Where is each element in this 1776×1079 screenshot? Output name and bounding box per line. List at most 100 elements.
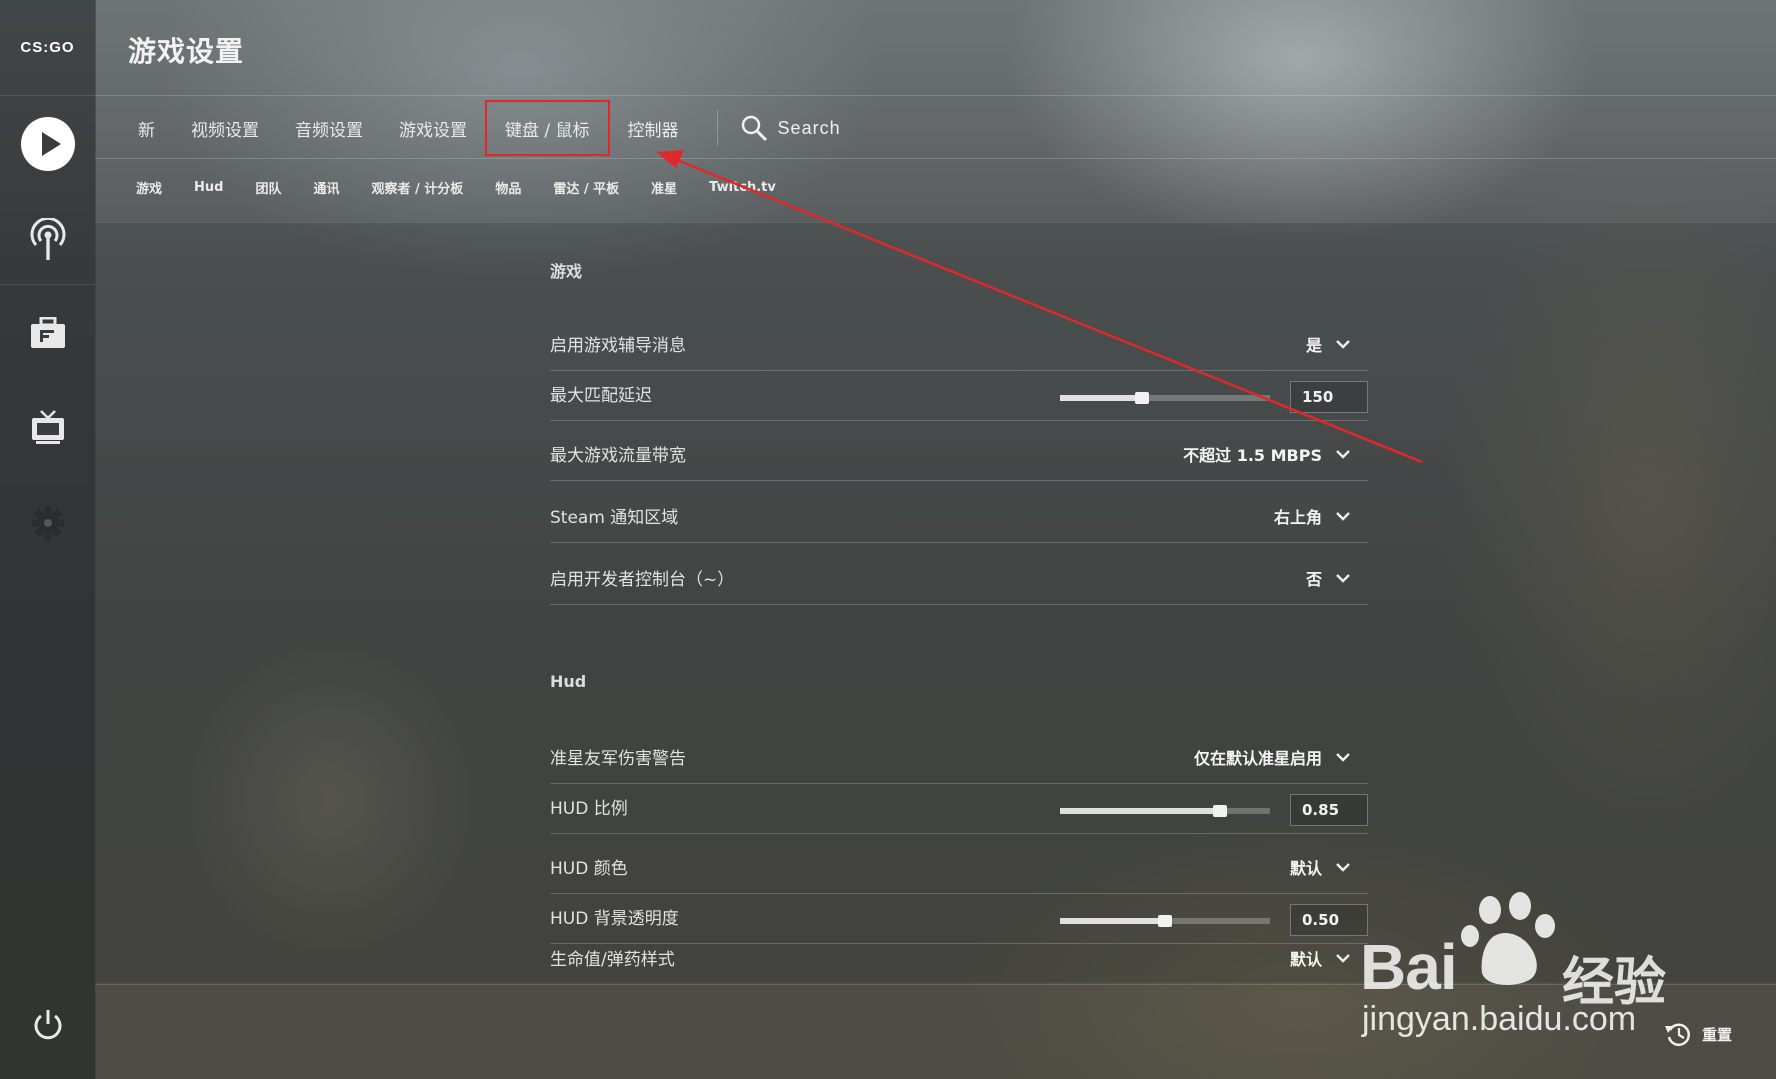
max-match-ping-input[interactable] <box>1290 381 1368 413</box>
slider-max-match-ping[interactable] <box>1060 392 1270 404</box>
slider-hud-scale[interactable] <box>1060 805 1270 817</box>
gear-icon <box>31 506 64 540</box>
slider-handle[interactable] <box>1158 915 1172 927</box>
slider-handle[interactable] <box>1134 392 1149 404</box>
subtabs-divider <box>95 222 1776 223</box>
slider-fill <box>1060 918 1165 924</box>
setting-row: 启用游戏辅导消息 是 <box>550 310 1368 371</box>
reset-history-icon <box>1665 1023 1690 1047</box>
chevron-down-icon <box>1336 340 1350 349</box>
setting-label: 最大游戏流量带宽 <box>550 446 686 466</box>
subtab-crosshair[interactable]: 准星 <box>635 178 693 197</box>
dropdown-value: 默认 <box>1289 950 1322 969</box>
reset-label: 重置 <box>1702 1025 1733 1044</box>
setting-label: 启用开发者控制台（~） <box>550 570 735 590</box>
quit-button[interactable] <box>0 990 95 1060</box>
slider-hud-bg-alpha[interactable] <box>1060 915 1270 927</box>
tab-new[interactable]: 新 <box>120 100 173 156</box>
chevron-down-icon <box>1336 512 1350 521</box>
chevron-down-icon <box>1336 753 1350 762</box>
tab-game-settings[interactable]: 游戏设置 <box>381 100 485 156</box>
setting-label: 生命值/弹药样式 <box>550 950 675 970</box>
subtab-hud[interactable]: Hud <box>178 180 239 195</box>
page-title: 游戏设置 <box>128 35 245 68</box>
play-icon <box>20 117 75 171</box>
dropdown-value: 右上角 <box>1273 508 1322 527</box>
broadcast-icon <box>30 218 65 260</box>
watch-broadcast-button[interactable] <box>0 205 95 275</box>
section-title-hud: Hud <box>550 672 587 691</box>
chevron-down-icon <box>1336 863 1350 872</box>
settings-button[interactable] <box>0 488 95 558</box>
header-divider <box>95 95 1776 96</box>
setting-label: 最大匹配延迟 <box>550 386 652 406</box>
search-icon <box>741 115 767 142</box>
search-button[interactable]: Search <box>728 114 853 142</box>
subtab-game[interactable]: 游戏 <box>120 178 178 197</box>
setting-row: 启用开发者控制台（~） 否 <box>550 544 1368 605</box>
dropdown-value: 不超过 1.5 MBPS <box>1183 446 1322 465</box>
dropdown-friendly-fire-warning[interactable]: 仅在默认准星启用 <box>1194 745 1350 769</box>
inventory-button[interactable] <box>0 298 95 368</box>
setting-row: 生命值/弹药样式 默认 <box>550 928 1368 984</box>
subtab-radar-tablet[interactable]: 雷达 / 平板 <box>537 178 635 197</box>
setting-row: HUD 比例 <box>550 783 1368 834</box>
setting-row: HUD 颜色 默认 <box>550 833 1368 894</box>
watermark-brand: Bai <box>1360 931 1458 1003</box>
baidu-watermark: Bai 经验 jingyan.baidu.com <box>1360 888 1690 1038</box>
paw-icon <box>1461 892 1555 985</box>
setting-row: 最大匹配延迟 <box>550 370 1368 421</box>
dropdown-hud-color[interactable]: 默认 <box>1290 855 1350 879</box>
subtab-team[interactable]: 团队 <box>239 178 297 197</box>
dropdown-value: 仅在默认准星启用 <box>1193 749 1322 768</box>
setting-label: 启用游戏辅导消息 <box>550 336 686 356</box>
dropdown-value: 是 <box>1305 336 1322 355</box>
logo: CS:GO <box>0 0 95 96</box>
setting-label: HUD 颜色 <box>550 859 628 879</box>
search-label: Search <box>777 117 841 138</box>
dropdown-value: 默认 <box>1289 859 1322 878</box>
main-tabs: 新 视频设置 音频设置 游戏设置 键盘 / 鼠标 控制器 Search <box>120 98 853 158</box>
tab-video-settings[interactable]: 视频设置 <box>173 100 277 156</box>
section-title-game: 游戏 <box>550 262 583 281</box>
dropdown-game-instructor[interactable]: 是 <box>1306 332 1350 356</box>
watch-button[interactable] <box>0 392 95 462</box>
dropdown-health-ammo-style[interactable]: 默认 <box>1290 946 1350 970</box>
setting-row: 准星友军伤害警告 仅在默认准星启用 <box>550 723 1368 784</box>
chevron-down-icon <box>1336 954 1350 963</box>
setting-row: 最大游戏流量带宽 不超过 1.5 MBPS <box>550 420 1368 481</box>
subtab-communication[interactable]: 通讯 <box>297 178 355 197</box>
dropdown-value: 否 <box>1305 570 1322 589</box>
power-icon <box>34 1010 61 1040</box>
chevron-down-icon <box>1336 450 1350 459</box>
setting-label: Steam 通知区域 <box>550 508 679 528</box>
setting-label: HUD 比例 <box>550 799 628 819</box>
sidebar: CS:GO <box>0 0 96 1079</box>
setting-label: HUD 背景透明度 <box>550 909 679 929</box>
subtab-items[interactable]: 物品 <box>479 178 537 197</box>
tabs-divider <box>95 158 1776 159</box>
tab-controller[interactable]: 控制器 <box>610 100 697 156</box>
slider-fill <box>1060 395 1142 401</box>
setting-row: Steam 通知区域 右上角 <box>550 482 1368 543</box>
briefcase-icon <box>30 317 65 348</box>
logo-text: CS:GO <box>20 39 75 56</box>
sub-tabs: 游戏 Hud 团队 通讯 观察者 / 计分板 物品 雷达 / 平板 准星 Twi… <box>120 178 792 197</box>
watermark-url: jingyan.baidu.com <box>1362 1000 1637 1038</box>
slider-fill <box>1060 808 1220 814</box>
hud-scale-input[interactable] <box>1290 794 1368 826</box>
dropdown-max-bandwidth[interactable]: 不超过 1.5 MBPS <box>1183 442 1350 466</box>
dropdown-developer-console[interactable]: 否 <box>1306 566 1350 590</box>
dropdown-steam-notification[interactable]: 右上角 <box>1274 504 1350 528</box>
setting-label: 准星友军伤害警告 <box>550 749 686 769</box>
chevron-down-icon <box>1336 574 1350 583</box>
reset-button[interactable]: 重置 <box>1664 1020 1732 1048</box>
sidebar-separator <box>0 284 95 285</box>
play-button[interactable] <box>0 108 95 180</box>
slider-handle[interactable] <box>1212 805 1227 817</box>
tv-icon <box>31 410 64 444</box>
subtab-twitch[interactable]: Twitch.tv <box>693 180 792 195</box>
subtab-spectator-scoreboard[interactable]: 观察者 / 计分板 <box>356 178 480 197</box>
tab-keyboard-mouse[interactable]: 键盘 / 鼠标 <box>485 100 610 156</box>
tab-audio-settings[interactable]: 音频设置 <box>277 100 381 156</box>
